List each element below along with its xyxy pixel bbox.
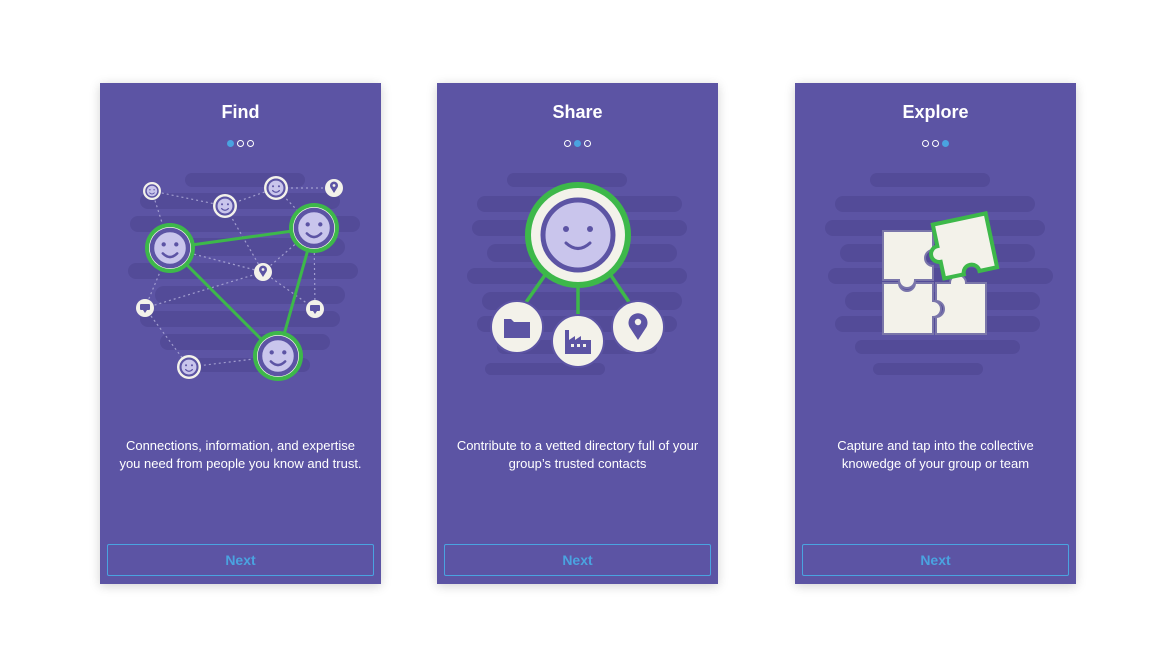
onboarding-screen-share: Share Contribute to a vetted directory f… (437, 83, 718, 584)
page-dot-3[interactable] (942, 140, 949, 147)
page-dot-2[interactable] (574, 140, 581, 147)
chat-bubble-icon (136, 299, 154, 317)
factory-icon (551, 314, 605, 368)
onboarding-screen-explore: Explore Capture and tap into the collect… (795, 83, 1076, 584)
background-shapes (825, 173, 1053, 375)
small-contact-node (213, 194, 237, 218)
page-dot-1[interactable] (564, 140, 571, 147)
page-dot-1[interactable] (922, 140, 929, 147)
location-pin-icon (325, 179, 343, 197)
small-contact-node (177, 355, 201, 379)
screen-title: Explore (902, 102, 969, 122)
background-shapes (128, 173, 360, 372)
contact-node-large (289, 203, 339, 253)
page-dot-1[interactable] (227, 140, 234, 147)
network-illustration (128, 173, 360, 381)
screen-description: Capture and tap into the collective know… (837, 438, 1034, 471)
folder-icon (490, 300, 544, 354)
screen-title: Find (221, 102, 260, 122)
location-pin-icon (254, 263, 272, 281)
screen-description: Contribute to a vetted directory full of… (456, 438, 699, 471)
page-dot-3[interactable] (247, 140, 254, 147)
profile-avatar (525, 182, 631, 288)
page-indicator (795, 140, 1076, 147)
small-contact-node (264, 176, 288, 200)
directory-illustration (467, 173, 687, 375)
page-indicator (100, 140, 381, 147)
next-button[interactable]: Next (107, 544, 374, 576)
chat-bubble-icon (306, 300, 324, 318)
page-indicator (437, 140, 718, 147)
page-dot-2[interactable] (237, 140, 244, 147)
page-dot-3[interactable] (584, 140, 591, 147)
next-button[interactable]: Next (802, 544, 1069, 576)
page-dot-2[interactable] (932, 140, 939, 147)
contact-node-large (145, 223, 195, 273)
small-contact-node (143, 182, 161, 200)
contact-node-large (253, 331, 303, 381)
next-button[interactable]: Next (444, 544, 711, 576)
screen-description: Connections, information, and expertise … (119, 438, 362, 471)
puzzle-illustration (825, 173, 1053, 375)
onboarding-screen-find: Find Connections, information, and exper… (100, 83, 381, 584)
location-pin-icon (611, 300, 665, 354)
screen-title: Share (552, 102, 603, 122)
